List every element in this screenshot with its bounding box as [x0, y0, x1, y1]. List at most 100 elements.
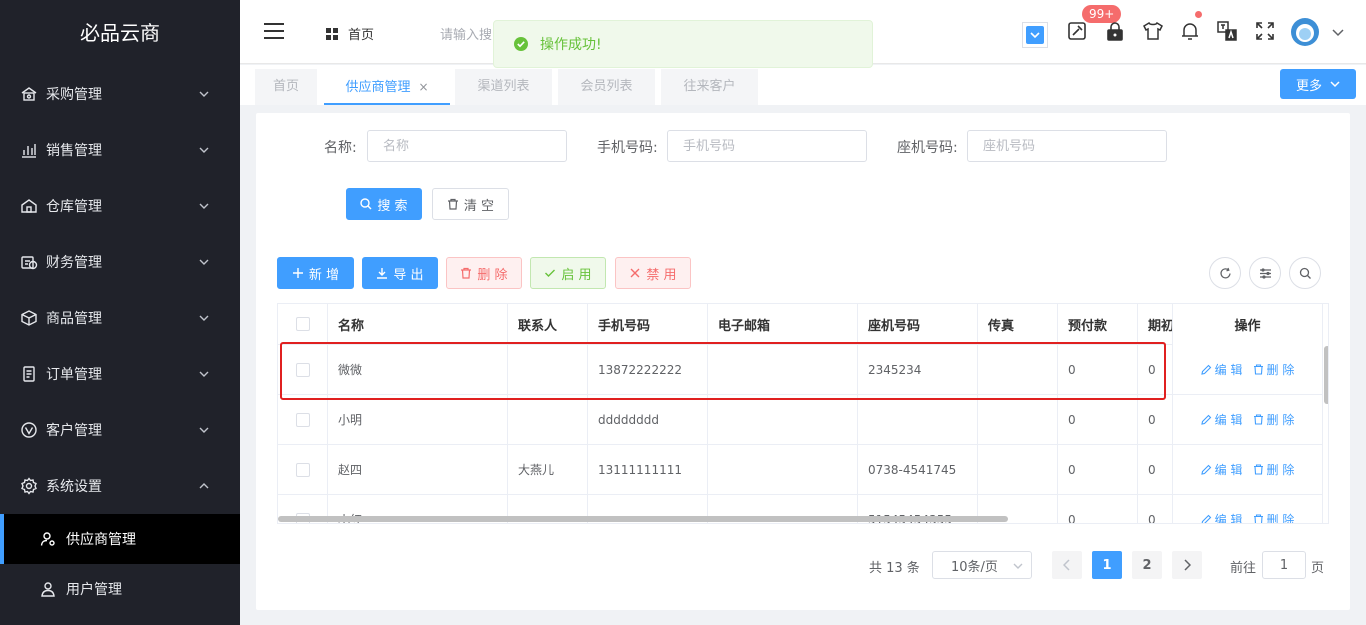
tab-channel-list[interactable]: 渠道列表: [455, 69, 552, 105]
edit-button[interactable]: 编 辑: [1200, 361, 1243, 378]
goto-unit: 页: [1311, 561, 1325, 576]
phone-filter-input[interactable]: [667, 130, 867, 162]
clear-label: 清 空: [463, 198, 495, 214]
delete-label: 删 除: [1266, 413, 1295, 427]
sidebar-item-supplier-management[interactable]: 供应商管理: [0, 514, 240, 564]
delete-button[interactable]: 删 除: [1253, 411, 1295, 428]
delete-button[interactable]: 删 除: [1253, 511, 1294, 523]
vertical-scrollbar[interactable]: [1322, 304, 1328, 523]
export-label: 导 出: [393, 267, 424, 283]
row-checkbox[interactable]: [295, 412, 310, 427]
sidebar-item-customers[interactable]: 客户管理: [0, 402, 240, 458]
sidebar-item-purchase[interactable]: 采购管理: [0, 66, 240, 122]
refresh-button[interactable]: [1209, 257, 1241, 289]
name-filter-input[interactable]: [367, 130, 567, 162]
theme-select[interactable]: [1022, 22, 1048, 48]
table-row[interactable]: 赵四 大燕儿 13111111111 0738-4541745 0 0 编 辑 …: [278, 445, 1328, 495]
edit-button[interactable]: 编 辑: [1200, 461, 1243, 478]
lock-icon[interactable]: [1104, 20, 1126, 42]
column-header-landline[interactable]: 座机号码: [858, 304, 978, 344]
sidebar-item-goods[interactable]: 商品管理: [0, 290, 240, 346]
chevron-down-icon[interactable]: [1332, 28, 1344, 38]
sidebar-item-label: 用户管理: [66, 582, 122, 598]
cell-name: 微微: [328, 345, 508, 394]
tools-icon[interactable]: [1066, 20, 1088, 42]
disable-button[interactable]: 禁 用: [615, 257, 691, 289]
fullscreen-icon[interactable]: [1254, 20, 1276, 42]
app-logo: 必品云商: [80, 21, 160, 45]
select-all-checkbox[interactable]: [295, 317, 310, 331]
edit-button[interactable]: 编 辑: [1201, 511, 1243, 523]
customer-icon: [20, 421, 38, 439]
column-header-prepayment[interactable]: 预付款: [1058, 304, 1138, 344]
bell-icon[interactable]: [1179, 20, 1201, 42]
search-button[interactable]: 搜 索: [346, 188, 422, 220]
column-header-mobile[interactable]: 手机号码: [588, 304, 708, 344]
next-page-button[interactable]: [1172, 551, 1202, 579]
page-button-2[interactable]: 2: [1132, 551, 1162, 579]
table-search-button[interactable]: [1289, 257, 1321, 289]
chevron-down-icon: [1330, 81, 1340, 88]
avatar[interactable]: [1291, 18, 1319, 46]
edit-label: 编 辑: [1214, 463, 1243, 477]
toast-message: 操作成功!: [540, 37, 602, 53]
pencil-icon: [1201, 514, 1211, 523]
tab-home[interactable]: 首页: [255, 69, 317, 105]
sidebar-item-label: 仓库管理: [46, 199, 102, 215]
sidebar-item-settings[interactable]: 系统设置: [0, 458, 240, 514]
sidebar-item-orders[interactable]: 订单管理: [0, 346, 240, 402]
add-button[interactable]: 新 增: [277, 257, 354, 289]
trash-icon: [1253, 464, 1263, 475]
chevron-right-icon: [1184, 559, 1191, 571]
delete-button[interactable]: 删 除: [1253, 461, 1294, 478]
column-header-contact[interactable]: 联系人: [508, 304, 588, 344]
table-row[interactable]: 微微 13872222222 2345234 0 0 编 辑 删 除: [278, 345, 1328, 395]
enable-button[interactable]: 启 用: [530, 257, 606, 289]
user-icon: [41, 582, 55, 597]
tab-label: 往来客户: [683, 79, 736, 94]
landline-filter-input[interactable]: [967, 130, 1167, 162]
tab-member-list[interactable]: 会员列表: [558, 69, 655, 105]
sidebar-item-warehouse[interactable]: 仓库管理: [0, 178, 240, 234]
column-settings-button[interactable]: [1249, 257, 1281, 289]
scrollbar-thumb[interactable]: [1324, 346, 1328, 404]
export-button[interactable]: 导 出: [362, 257, 438, 289]
sidebar-item-user-management[interactable]: 用户管理: [0, 564, 240, 614]
sidebar-item-label: 订单管理: [46, 367, 102, 383]
tab-supplier-management[interactable]: 供应商管理 ×: [324, 69, 450, 105]
hamburger-menu-icon[interactable]: [264, 22, 284, 40]
prev-page-button[interactable]: [1052, 551, 1082, 579]
goto-page-input[interactable]: 1: [1262, 551, 1306, 579]
column-header-fax[interactable]: 传真: [978, 304, 1058, 344]
column-header-email[interactable]: 电子邮箱: [708, 304, 858, 344]
check-icon: [545, 269, 556, 277]
delete-button[interactable]: 删 除: [1253, 361, 1295, 378]
cell-prepayment: 0: [1058, 345, 1138, 394]
horizontal-scrollbar[interactable]: [278, 516, 1008, 522]
tab-contacts[interactable]: 往来客户: [661, 69, 758, 105]
column-header-name[interactable]: 名称: [328, 304, 508, 344]
chevron-down-icon: [199, 371, 209, 377]
sidebar-item-finance[interactable]: 财务管理: [0, 234, 240, 290]
edit-label: 编 辑: [1214, 363, 1243, 377]
cell-prepayment: 0: [1058, 495, 1138, 523]
clear-button[interactable]: 清 空: [432, 188, 509, 220]
more-button[interactable]: 更多: [1280, 69, 1356, 99]
close-icon[interactable]: ×: [418, 69, 428, 105]
delete-label: 删 除: [1266, 363, 1295, 377]
page-button-1[interactable]: 1: [1092, 551, 1122, 579]
page-size-select[interactable]: 10条/页: [932, 551, 1032, 579]
home-link[interactable]: 首页: [326, 24, 374, 43]
batch-delete-button[interactable]: 删 除: [446, 257, 522, 289]
sidebar-item-sales[interactable]: 销售管理: [0, 122, 240, 178]
search-input[interactable]: 请输入搜: [440, 24, 496, 43]
table-row[interactable]: 小明 dddddddd 0 0 编 辑 删 除: [278, 395, 1328, 445]
edit-button[interactable]: 编 辑: [1200, 411, 1243, 428]
document-icon: [20, 365, 38, 383]
row-checkbox[interactable]: [295, 462, 310, 477]
cell-name: 赵四: [328, 445, 508, 494]
shirt-icon[interactable]: [1142, 20, 1164, 42]
cell-email: [708, 345, 858, 394]
translate-icon[interactable]: [1216, 20, 1238, 42]
row-checkbox[interactable]: [295, 362, 310, 377]
